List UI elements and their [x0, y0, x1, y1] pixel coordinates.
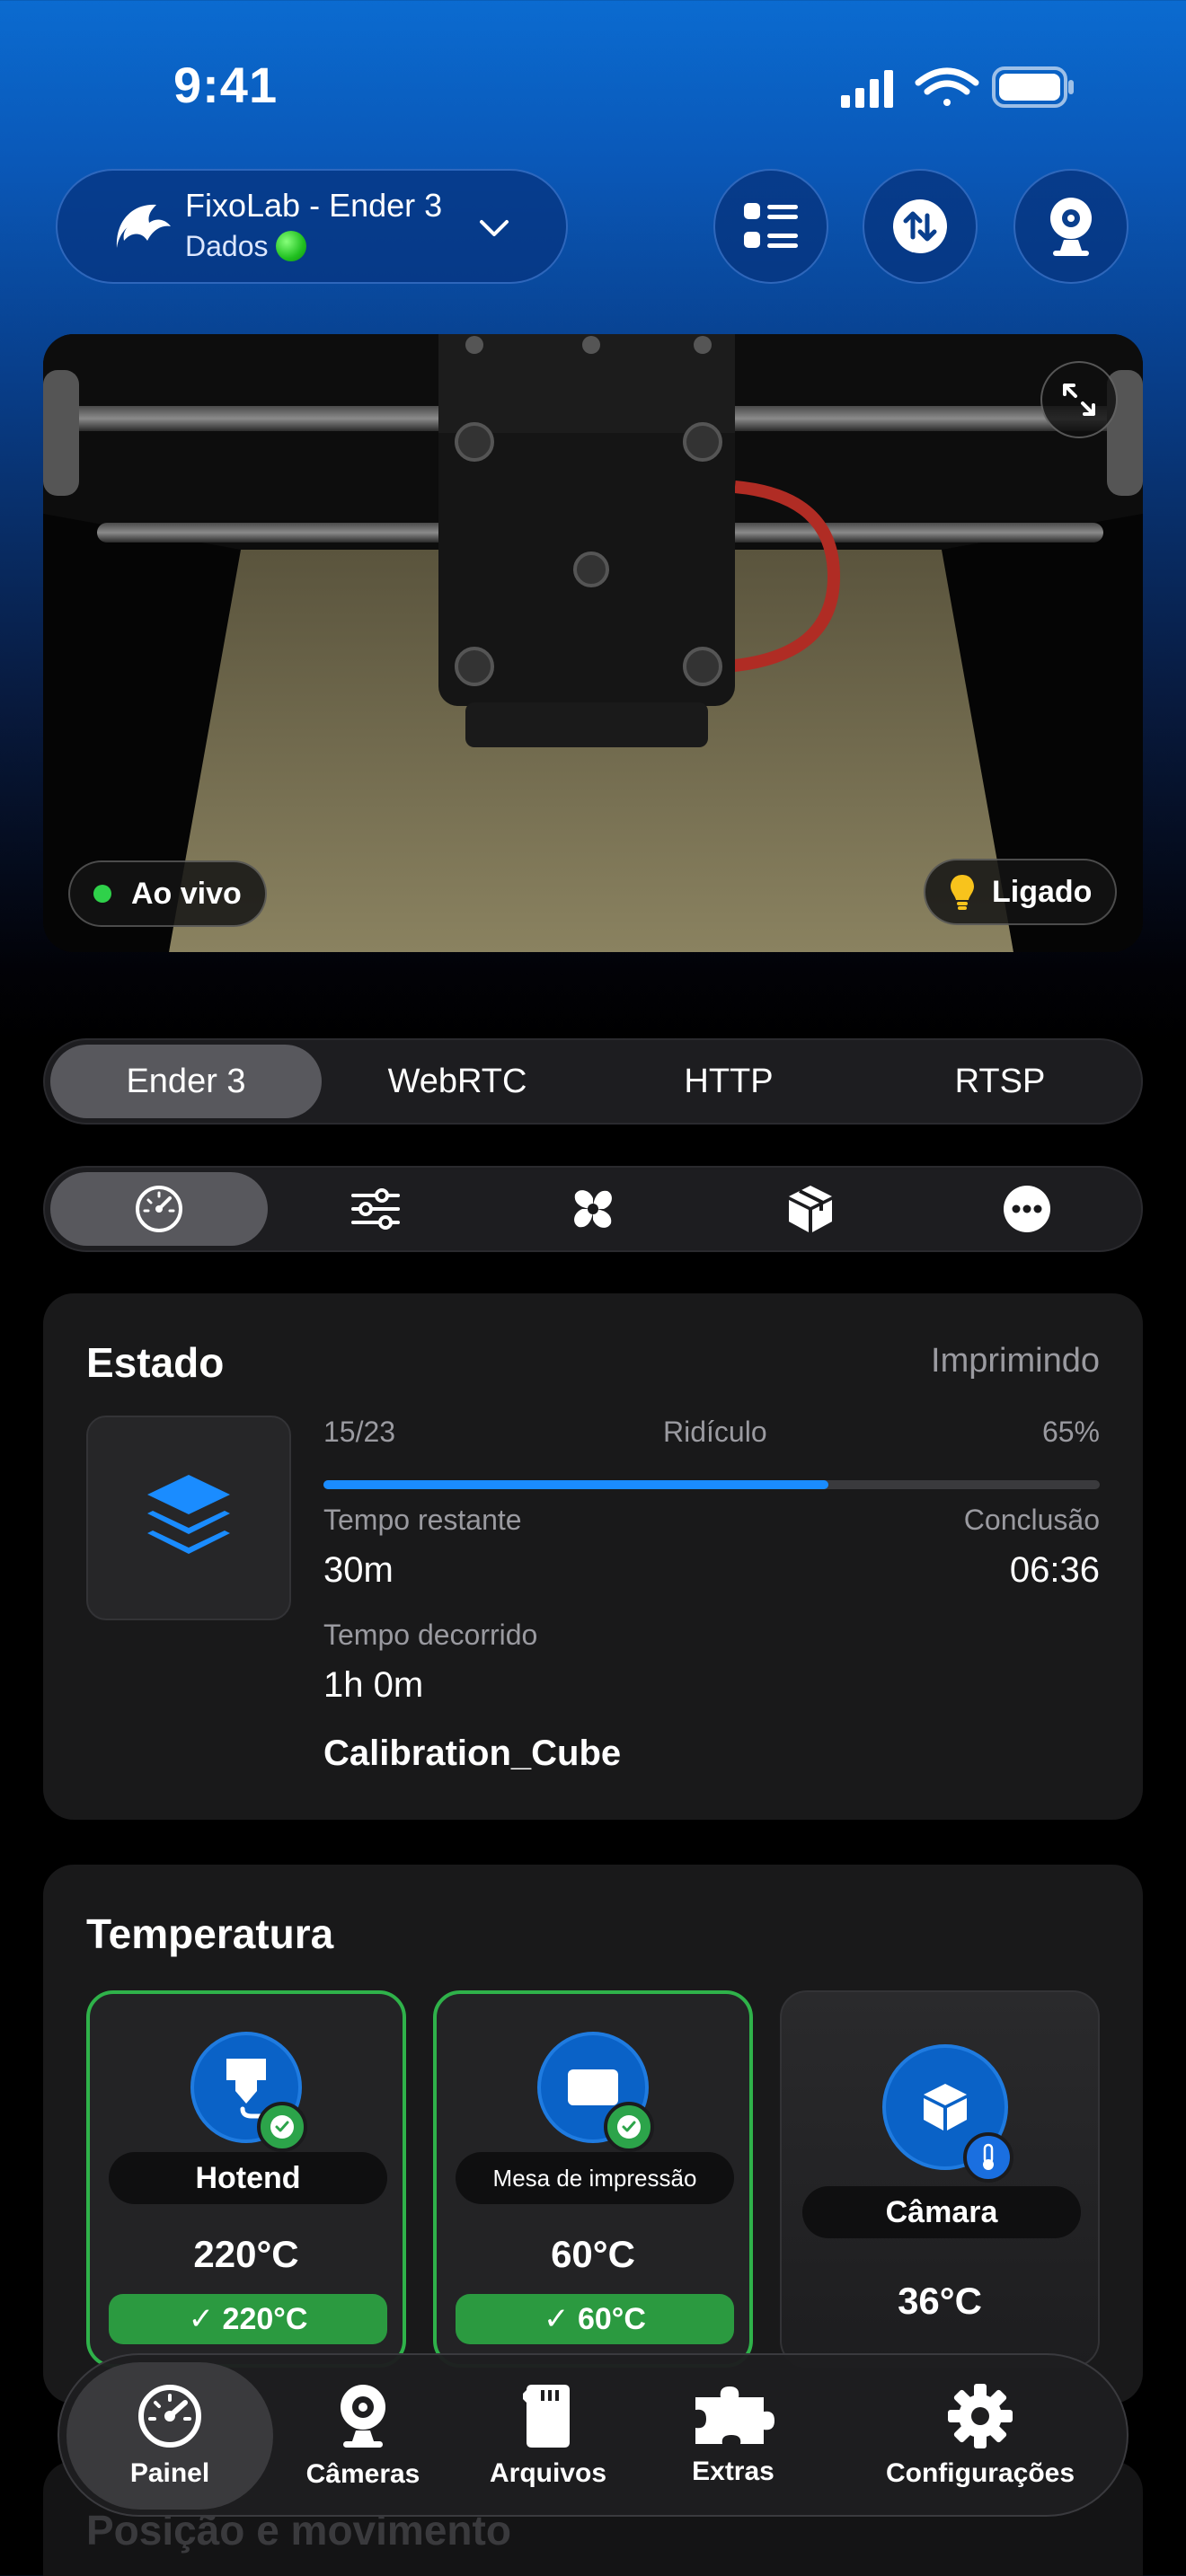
expand-icon: [1063, 384, 1095, 416]
signal-icon: [841, 70, 893, 108]
chamber-label: Câmara: [802, 2186, 1081, 2238]
printer-name: FixoLab - Ender 3: [185, 187, 443, 224]
fullscreen-button[interactable]: [1040, 361, 1118, 438]
webcam-icon: [341, 2385, 385, 2448]
tab-more[interactable]: [918, 1172, 1136, 1246]
sliders-icon: [351, 1188, 401, 1230]
progress-bar: [323, 1480, 1100, 1489]
thermometer-icon: [983, 2143, 994, 2170]
remaining-label: Tempo restante: [323, 1504, 522, 1536]
remaining-value: 30m: [323, 1550, 394, 1590]
hotend-temp: 220°C: [193, 2233, 299, 2275]
chamber-tile[interactable]: Câmara 36°C: [780, 1990, 1100, 2368]
cube-icon: [924, 2084, 967, 2130]
battery-icon: [992, 66, 1074, 108]
tab-http[interactable]: HTTP: [593, 1045, 864, 1118]
light-toggle[interactable]: Ligado: [924, 859, 1118, 925]
print-quality: Ridículo: [663, 1416, 767, 1448]
gauge-icon: [138, 2385, 201, 2448]
fan-icon: [574, 1190, 612, 1228]
check-circle-icon: [270, 2115, 294, 2139]
camera-source-tabs: Ender 3 WebRTC HTTP RTSP: [43, 1038, 1143, 1125]
chevron-down-icon: [480, 220, 509, 236]
tab-configuracoes-label: Configurações: [885, 2458, 1075, 2488]
tab-webrtc[interactable]: WebRTC: [322, 1045, 593, 1118]
progress-fill: [323, 1480, 828, 1489]
more-icon: [1004, 1186, 1051, 1232]
tab-ender3[interactable]: Ender 3: [50, 1045, 322, 1118]
cube-icon: [788, 1186, 832, 1232]
tab-arquivos-label: Arquivos: [489, 2458, 607, 2488]
live-label: Ao vivo: [131, 876, 242, 911]
tab-fans[interactable]: [484, 1172, 702, 1246]
status-icons: [841, 66, 1074, 108]
temperature-card: Temperatura Hotend 220°C ✓ 220°C Mesa de…: [43, 1865, 1143, 2404]
wifi-icon: [915, 67, 979, 106]
puzzle-icon: [695, 2386, 774, 2444]
chamber-temp: 36°C: [898, 2280, 982, 2322]
eta-label: Conclusão: [963, 1504, 1100, 1536]
swap-icon: [893, 199, 947, 253]
sd-card-icon: [523, 2385, 570, 2448]
webcam-icon: [1050, 198, 1092, 256]
webcam-button[interactable]: [1013, 169, 1128, 284]
layer-count: 15/23: [323, 1416, 396, 1448]
status-online-indicator: [275, 231, 306, 261]
status-title: Estado: [86, 1339, 225, 1386]
tab-rtsp[interactable]: RTSP: [864, 1045, 1136, 1118]
tab-painel-label: Painel: [129, 2458, 210, 2488]
list-icon: [744, 203, 798, 248]
live-dot: [93, 885, 111, 903]
print-thumbnail: [86, 1416, 291, 1620]
bed-icon: [568, 2069, 618, 2105]
swap-button[interactable]: [863, 169, 978, 284]
bottom-tab-bar: Painel Câmeras Arquivos Extras Configura…: [58, 2353, 1128, 2517]
tab-controls[interactable]: [268, 1172, 485, 1246]
tab-cameras-label: Câmeras: [305, 2459, 420, 2489]
printer-selector[interactable]: FixoLab - Ender 3 Dados: [56, 169, 568, 284]
status-card: Estado Imprimindo 15/23 Ridículo 65% Tem…: [43, 1293, 1143, 1820]
status-time: 9:41: [173, 57, 279, 113]
hotend-tile[interactable]: Hotend 220°C ✓ 220°C: [86, 1990, 406, 2368]
tab-dashboard[interactable]: [50, 1172, 268, 1246]
tab-configuracoes[interactable]: Configurações: [850, 2362, 1111, 2510]
check-circle-icon: [617, 2115, 641, 2139]
printer-status: Dados: [185, 230, 306, 263]
hotend-label: Hotend: [109, 2152, 387, 2204]
gear-icon: [948, 2384, 1013, 2448]
live-badge: Ao vivo: [68, 860, 267, 927]
file-name: Calibration_Cube: [323, 1734, 622, 1773]
layers-icon: [147, 1475, 230, 1554]
bed-label: Mesa de impressão: [456, 2152, 734, 2204]
camera-feed[interactable]: Ao vivo Ligado: [43, 334, 1143, 952]
print-state: Imprimindo: [931, 1342, 1100, 1380]
chamber-thermo-badge: [963, 2132, 1013, 2183]
gauge-icon: [135, 1186, 182, 1232]
bed-ok-badge: [604, 2102, 654, 2152]
tab-arquivos[interactable]: Arquivos: [458, 2362, 638, 2510]
progress-percent: 65%: [1041, 1416, 1100, 1448]
tab-extras-label: Extras: [692, 2457, 774, 2486]
bed-tile[interactable]: Mesa de impressão 60°C ✓ 60°C: [433, 1990, 753, 2368]
lightbulb-icon: [951, 875, 974, 910]
hotend-ok-badge: [257, 2102, 307, 2152]
tab-cameras[interactable]: Câmeras: [273, 2362, 453, 2510]
list-button[interactable]: [713, 169, 828, 284]
hotend-target[interactable]: ✓ 220°C: [109, 2294, 387, 2344]
temperature-title: Temperatura: [86, 1910, 334, 1957]
printer-status-label: Dados: [185, 230, 269, 262]
light-label: Ligado: [992, 874, 1093, 909]
section-tabs: [43, 1166, 1143, 1252]
tab-extras[interactable]: Extras: [643, 2362, 823, 2510]
tab-filament[interactable]: [702, 1172, 919, 1246]
elapsed-value: 1h 0m: [323, 1665, 424, 1705]
tab-painel[interactable]: Painel: [66, 2362, 273, 2510]
printer-logo-icon: [116, 204, 171, 248]
elapsed-label: Tempo decorrido: [323, 1619, 538, 1651]
bed-temp: 60°C: [551, 2233, 635, 2275]
bed-target[interactable]: ✓ 60°C: [456, 2294, 734, 2344]
eta-value: 06:36: [1009, 1550, 1100, 1590]
